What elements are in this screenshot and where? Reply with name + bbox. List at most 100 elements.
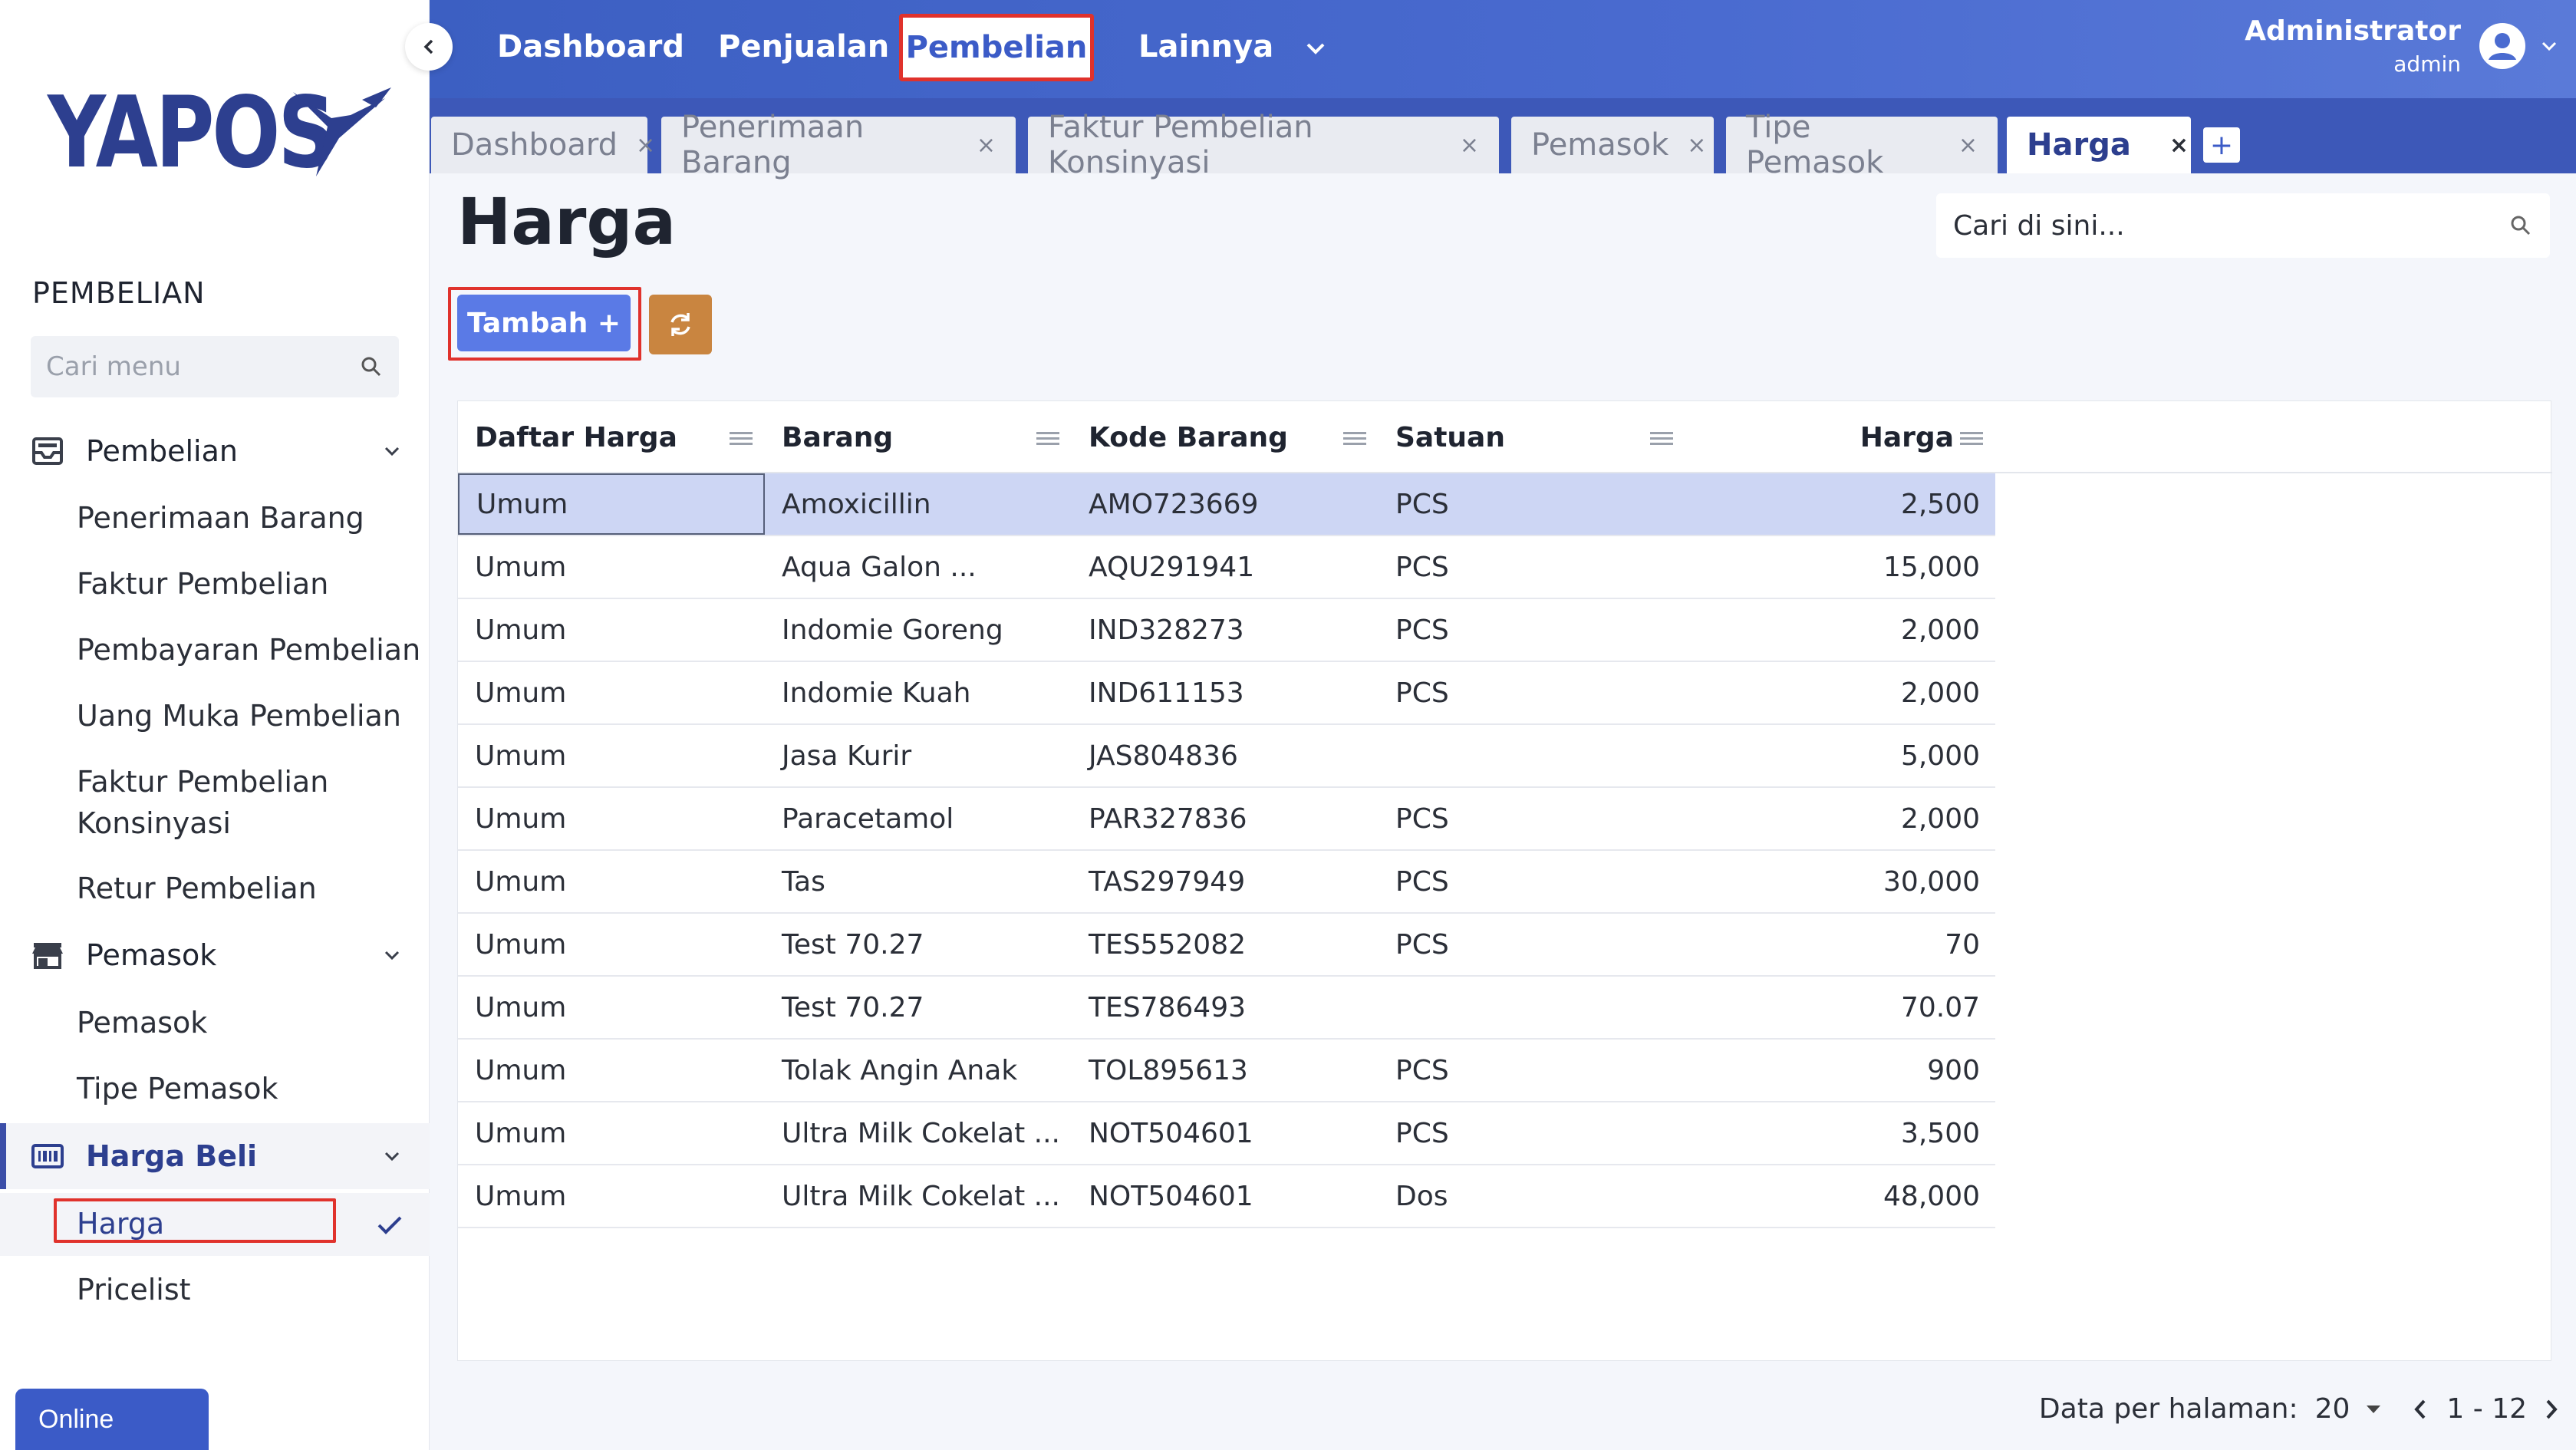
table-row[interactable]: Umum Test 70.27 TES786493 70.07 [458, 977, 1995, 1040]
table-cell-kode-barang[interactable]: JAS804836 [1072, 725, 1379, 786]
table-cell-daftar-harga[interactable]: Umum [458, 914, 765, 975]
table-cell-barang[interactable]: Amoxicillin [765, 473, 1072, 535]
table-cell-barang[interactable]: Ultra Milk Cokelat ... [765, 1165, 1072, 1227]
sidebar-item-pemasok[interactable]: Pemasok [77, 1002, 207, 1043]
table-cell-harga[interactable]: 2,000 [1685, 662, 1995, 723]
table-cell-daftar-harga[interactable]: Umum [458, 977, 765, 1038]
table-cell-kode-barang[interactable]: AMO723669 [1072, 473, 1379, 535]
sidebar-group-harga-beli[interactable]: Harga Beli [0, 1123, 430, 1189]
tab-pemasok[interactable]: Pemasok × [1511, 117, 1714, 173]
table-cell-kode-barang[interactable]: TES552082 [1072, 914, 1379, 975]
table-cell-satuan[interactable]: PCS [1379, 1040, 1685, 1101]
table-row[interactable]: Umum Ultra Milk Cokelat ... NOT504601 PCS 3,… [458, 1102, 1995, 1165]
table-cell-harga[interactable]: 70.07 [1685, 977, 1995, 1038]
sidebar-item-uang-muka-pembelian[interactable]: Uang Muka Pembelian [77, 695, 401, 737]
table-cell-daftar-harga[interactable]: Umum [458, 1102, 765, 1164]
column-menu-icon[interactable] [1036, 432, 1059, 446]
table-cell-daftar-harga[interactable]: Umum [458, 851, 765, 912]
table-cell-daftar-harga[interactable]: Umum [458, 1040, 765, 1101]
table-cell-harga[interactable]: 5,000 [1685, 725, 1995, 786]
user-menu[interactable]: Administrator admin [2245, 15, 2559, 77]
column-menu-icon[interactable] [730, 432, 753, 446]
chevron-right-icon[interactable] [2544, 1398, 2559, 1421]
column-menu-icon[interactable] [1960, 432, 1983, 446]
table-row[interactable]: Umum Indomie Kuah IND611153 PCS 2,000 [458, 662, 1995, 725]
column-header-harga[interactable]: Harga [1688, 401, 1995, 473]
table-cell-harga[interactable]: 2,000 [1685, 788, 1995, 849]
table-cell-barang[interactable]: Test 70.27 [765, 977, 1072, 1038]
nav-penjualan[interactable]: Penjualan [718, 29, 889, 64]
table-cell-kode-barang[interactable]: PAR327836 [1072, 788, 1379, 849]
chevron-down-icon[interactable] [1304, 38, 1327, 58]
table-cell-harga[interactable]: 70 [1685, 914, 1995, 975]
sidebar-item-faktur-pembelian-konsinyasi[interactable]: Faktur Pembelian Konsinyasi [77, 761, 368, 844]
column-header-daftar-harga[interactable]: Daftar Harga [475, 401, 765, 473]
table-cell-harga[interactable]: 30,000 [1685, 851, 1995, 912]
column-header-kode-barang[interactable]: Kode Barang [1089, 401, 1379, 473]
table-row[interactable]: Umum Amoxicillin AMO723669 PCS 2,500 [458, 473, 1995, 536]
column-header-satuan[interactable]: Satuan [1395, 401, 1685, 473]
table-cell-satuan[interactable]: PCS [1379, 851, 1685, 912]
table-cell-kode-barang[interactable]: IND328273 [1072, 599, 1379, 661]
chevron-left-icon[interactable] [2413, 1398, 2428, 1421]
sidebar-group-pemasok[interactable]: Pemasok [0, 922, 430, 988]
close-icon[interactable]: × [977, 132, 996, 159]
sidebar-item-pembayaran-pembelian[interactable]: Pembayaran Pembelian [77, 629, 420, 671]
sidebar-item-retur-pembelian[interactable]: Retur Pembelian [77, 868, 317, 909]
per-page-select[interactable]: 20 [2315, 1393, 2350, 1425]
refresh-button[interactable] [649, 295, 712, 354]
nav-pembelian[interactable]: Pembelian [899, 14, 1094, 81]
nav-lainnya[interactable]: Lainnya [1138, 29, 1273, 64]
table-cell-satuan[interactable]: PCS [1379, 473, 1685, 535]
sidebar-item-pricelist[interactable]: Pricelist [77, 1269, 191, 1310]
collapse-sidebar-button[interactable] [405, 23, 453, 71]
table-row[interactable]: Umum Paracetamol PAR327836 PCS 2,000 [458, 788, 1995, 851]
table-cell-satuan[interactable] [1379, 977, 1685, 1038]
tab-tipe-pemasok[interactable]: Tipe Pemasok × [1726, 110, 1998, 180]
table-cell-satuan[interactable] [1379, 725, 1685, 786]
table-cell-daftar-harga[interactable]: Umum [458, 1165, 765, 1227]
column-menu-icon[interactable] [1650, 432, 1673, 446]
table-cell-harga[interactable]: 900 [1685, 1040, 1995, 1101]
table-cell-kode-barang[interactable]: NOT504601 [1072, 1165, 1379, 1227]
table-cell-barang[interactable]: Tolak Angin Anak [765, 1040, 1072, 1101]
table-row[interactable]: Umum Ultra Milk Cokelat ... NOT504601 Dos 48… [458, 1165, 1995, 1228]
table-cell-harga[interactable]: 2,000 [1685, 599, 1995, 661]
close-icon[interactable]: × [1687, 132, 1706, 159]
table-cell-barang[interactable]: Indomie Goreng [765, 599, 1072, 661]
table-cell-satuan[interactable]: Dos [1379, 1165, 1685, 1227]
table-row[interactable]: Umum Tas TAS297949 PCS 30,000 [458, 851, 1995, 914]
table-cell-barang[interactable]: Aqua Galon ... [765, 536, 1072, 598]
table-cell-kode-barang[interactable]: TAS297949 [1072, 851, 1379, 912]
table-cell-barang[interactable]: Jasa Kurir [765, 725, 1072, 786]
table-row[interactable]: Umum Indomie Goreng IND328273 PCS 2,000 [458, 599, 1995, 662]
table-cell-satuan[interactable]: PCS [1379, 914, 1685, 975]
table-cell-daftar-harga[interactable]: Umum [458, 473, 765, 535]
table-cell-kode-barang[interactable]: TES786493 [1072, 977, 1379, 1038]
close-icon[interactable]: × [1460, 132, 1479, 159]
search-input[interactable]: Cari di sini... [1936, 193, 2550, 258]
table-cell-satuan[interactable]: PCS [1379, 1102, 1685, 1164]
sidebar-item-tipe-pemasok[interactable]: Tipe Pemasok [77, 1068, 278, 1109]
close-icon[interactable]: × [1958, 132, 1978, 159]
close-icon[interactable]: × [636, 132, 655, 159]
tab-harga[interactable]: Harga × [2007, 117, 2191, 173]
table-cell-barang[interactable]: Paracetamol [765, 788, 1072, 849]
table-cell-daftar-harga[interactable]: Umum [458, 662, 765, 723]
table-cell-daftar-harga[interactable]: Umum [458, 725, 765, 786]
table-cell-daftar-harga[interactable]: Umum [458, 536, 765, 598]
table-cell-kode-barang[interactable]: NOT504601 [1072, 1102, 1379, 1164]
table-cell-daftar-harga[interactable]: Umum [458, 788, 765, 849]
table-cell-kode-barang[interactable]: AQU291941 [1072, 536, 1379, 598]
nav-dashboard[interactable]: Dashboard [497, 29, 684, 64]
table-row[interactable]: Umum Aqua Galon ... AQU291941 PCS 15,000 [458, 536, 1995, 599]
sidebar-item-penerimaan-barang[interactable]: Penerimaan Barang [77, 497, 364, 539]
table-cell-barang[interactable]: Ultra Milk Cokelat ... [765, 1102, 1072, 1164]
sidebar-group-pembelian[interactable]: Pembelian [0, 418, 430, 484]
tab-faktur-pembelian-konsinyasi[interactable]: Faktur Pembelian Konsinyasi × [1028, 110, 1499, 180]
table-cell-satuan[interactable]: PCS [1379, 599, 1685, 661]
column-menu-icon[interactable] [1343, 432, 1366, 446]
table-cell-harga[interactable]: 48,000 [1685, 1165, 1995, 1227]
table-row[interactable]: Umum Tolak Angin Anak TOL895613 PCS 900 [458, 1040, 1995, 1102]
table-cell-kode-barang[interactable]: TOL895613 [1072, 1040, 1379, 1101]
